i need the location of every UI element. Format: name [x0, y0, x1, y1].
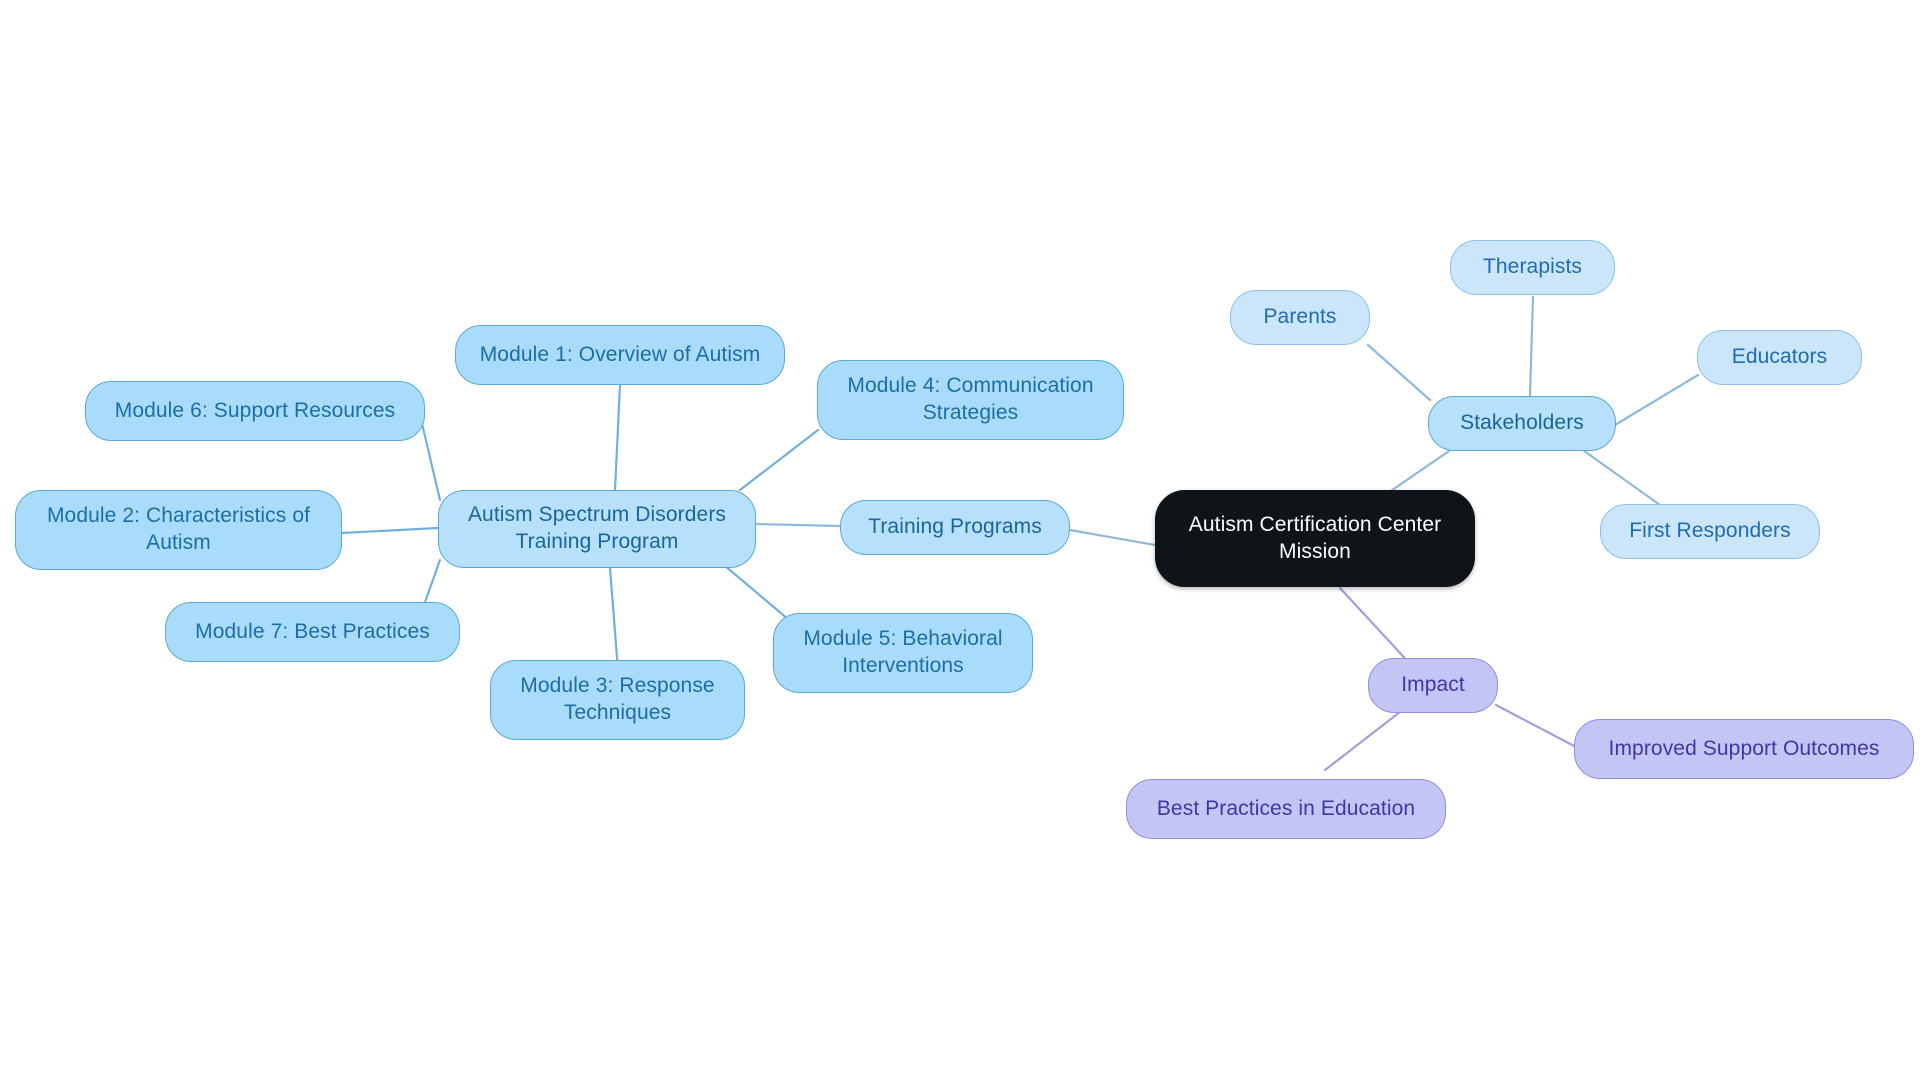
node-parents[interactable]: Parents — [1230, 290, 1370, 345]
edge-impact-best-practices-education — [1323, 710, 1402, 772]
node-module-4-communication-strategies[interactable]: Module 4: Communication Strategies — [817, 360, 1124, 440]
node-impact[interactable]: Impact — [1368, 658, 1498, 713]
node-root-mission[interactable]: Autism Certification Center Mission — [1155, 490, 1475, 587]
node-educators[interactable]: Educators — [1697, 330, 1862, 385]
node-module-5-behavioral-interventions[interactable]: Module 5: Behavioral Interventions — [773, 613, 1033, 693]
edge-stakeholders-therapists — [1528, 295, 1535, 398]
node-improved-support-outcomes[interactable]: Improved Support Outcomes — [1574, 719, 1914, 779]
node-autism-spectrum-disorders-training-program[interactable]: Autism Spectrum Disorders Training Progr… — [438, 490, 756, 568]
edge-stakeholders-educators — [1613, 373, 1700, 427]
edge-impact-improved-support-outcomes — [1494, 703, 1580, 750]
edge-program-module2 — [340, 526, 440, 535]
node-module-7-best-practices[interactable]: Module 7: Best Practices — [165, 602, 460, 662]
node-first-responders[interactable]: First Responders — [1600, 504, 1820, 559]
node-therapists[interactable]: Therapists — [1450, 240, 1615, 295]
node-training-programs[interactable]: Training Programs — [840, 500, 1070, 555]
node-module-2-characteristics-of-autism[interactable]: Module 2: Characteristics of Autism — [15, 490, 342, 570]
node-module-6-support-resources[interactable]: Module 6: Support Resources — [85, 381, 425, 441]
node-module-1-overview-of-autism[interactable]: Module 1: Overview of Autism — [455, 325, 785, 385]
edge-stakeholders-first-responders — [1578, 446, 1662, 507]
edge-training-programs-program — [753, 522, 842, 528]
edge-program-module5 — [716, 558, 797, 627]
node-module-3-response-techniques[interactable]: Module 3: Response Techniques — [490, 660, 745, 740]
node-stakeholders[interactable]: Stakeholders — [1428, 396, 1616, 451]
edge-root-training-programs — [1068, 528, 1157, 547]
edge-program-module3 — [608, 566, 620, 672]
node-best-practices-in-education[interactable]: Best Practices in Education — [1126, 779, 1446, 839]
edge-program-module1 — [613, 383, 622, 492]
edge-program-module6 — [418, 413, 442, 502]
edge-program-module4 — [738, 428, 820, 492]
edge-stakeholders-parents — [1366, 343, 1432, 402]
mindmap-canvas: Autism Certification Center Mission Trai… — [0, 0, 1920, 1083]
